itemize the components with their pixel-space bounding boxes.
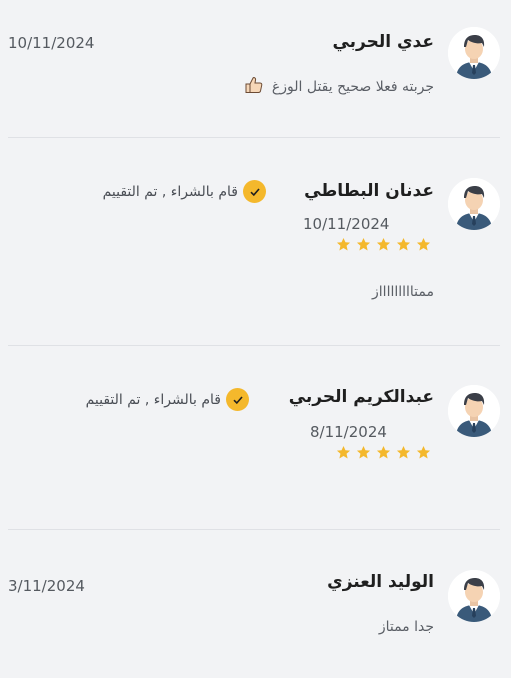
review-comment: ممتاااااااااز <box>372 284 434 300</box>
avatar <box>448 178 500 230</box>
verified-label: قام بالشراء , تم التقييم <box>102 183 238 200</box>
review-date: 3/11/2024 <box>8 577 85 595</box>
verified-purchase: قام بالشراء , تم التقييم <box>86 388 249 411</box>
user-avatar-icon <box>448 385 500 437</box>
user-avatar-icon <box>448 178 500 230</box>
avatar <box>448 570 500 622</box>
star-icon <box>356 237 371 251</box>
check-icon <box>243 180 266 203</box>
review-comment-text: جربته فعلا صحيح يقتل الوزغ <box>271 79 434 95</box>
reviewer-name: عدي الحربي <box>332 32 434 52</box>
star-icon <box>396 445 411 459</box>
review-item: الوليد العنزي 3/11/2024 جدا ممتاز <box>0 530 511 678</box>
review-comment: جدا ممتاز <box>378 619 434 635</box>
review-item: عبدالكريم الحربي قام بالشراء , تم التقيي… <box>0 346 511 529</box>
review-date: 10/11/2024 <box>8 34 95 52</box>
reviewer-name: عدنان البطاطي <box>304 181 434 201</box>
star-icon <box>356 445 371 459</box>
star-icon <box>336 237 351 251</box>
star-icon <box>416 237 431 251</box>
star-icon <box>376 237 391 251</box>
star-icon <box>336 445 351 459</box>
review-date: 8/11/2024 <box>310 423 387 441</box>
rating-stars <box>336 237 431 252</box>
reviewer-name: الوليد العنزي <box>327 572 434 592</box>
check-icon <box>226 388 249 411</box>
avatar <box>448 385 500 437</box>
star-icon <box>416 445 431 459</box>
star-icon <box>376 445 391 459</box>
thumbs-up-icon <box>245 76 263 98</box>
review-item: عدنان البطاطي قام بالشراء , تم التقييم 1… <box>0 138 511 346</box>
review-comment: جربته فعلا صحيح يقتل الوزغ <box>245 76 434 98</box>
user-avatar-icon <box>448 27 500 79</box>
reviews-list: عدي الحربي 10/11/2024 جربته فعلا صحيح يق… <box>0 0 511 678</box>
user-avatar-icon <box>448 570 500 622</box>
rating-stars <box>336 445 431 460</box>
review-item: عدي الحربي 10/11/2024 جربته فعلا صحيح يق… <box>0 0 511 138</box>
reviewer-name: عبدالكريم الحربي <box>288 387 434 407</box>
star-icon <box>396 237 411 251</box>
avatar <box>448 27 500 79</box>
verified-purchase: قام بالشراء , تم التقييم <box>103 180 266 203</box>
verified-label: قام بالشراء , تم التقييم <box>85 391 221 408</box>
review-date: 10/11/2024 <box>303 215 390 233</box>
